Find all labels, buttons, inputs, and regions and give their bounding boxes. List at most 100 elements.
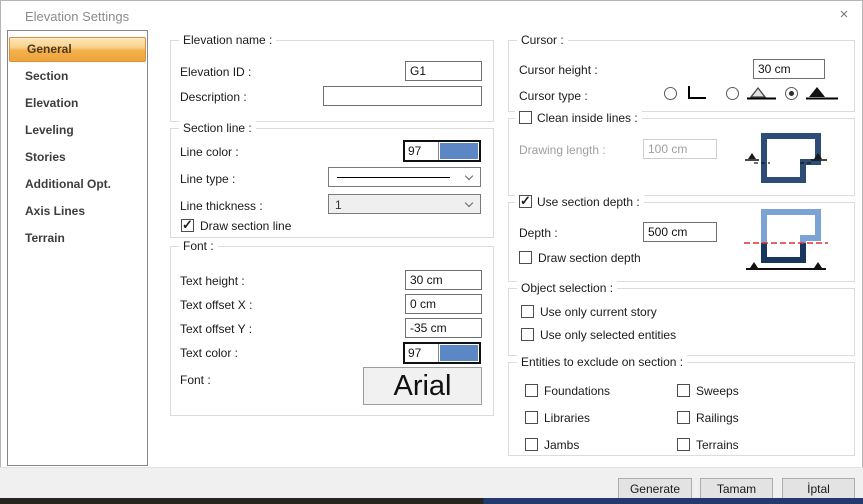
line-color-picker[interactable]: 97 (403, 140, 481, 162)
cursor-type-corner-radio[interactable] (664, 87, 677, 100)
use-section-depth-group: Use section depth : Depth : Draw section… (508, 202, 855, 282)
use-section-depth-label: Use section depth : (537, 195, 640, 209)
libraries-checkbox[interactable] (525, 411, 538, 424)
text-color-label: Text color : (180, 346, 238, 360)
use-only-current-story-checkbox[interactable] (521, 305, 534, 318)
text-color-picker[interactable]: 97 (403, 342, 481, 364)
line-thickness-label: Line thickness : (180, 199, 263, 213)
cancel-button[interactable]: İptal (782, 478, 855, 500)
exclude-entities-title: Entities to exclude on section : (517, 355, 687, 369)
elevation-name-group-title: Elevation name : (179, 33, 276, 47)
clean-inside-lines-group: Clean inside lines : Drawing length : (508, 118, 855, 196)
chevron-down-icon (465, 199, 473, 207)
text-height-label: Text height : (180, 274, 245, 288)
clean-inside-lines-title: Clean inside lines : (515, 111, 642, 125)
railings-label: Railings (696, 411, 739, 425)
cursor-height-input[interactable] (753, 59, 825, 79)
cursor-group-title: Cursor : (517, 33, 568, 47)
line-type-label: Line type : (180, 172, 235, 186)
terrains-checkbox[interactable] (677, 438, 690, 451)
elevation-id-label: Elevation ID : (180, 65, 251, 79)
line-color-label: Line color : (180, 145, 239, 159)
text-offset-x-input[interactable] (405, 294, 482, 314)
close-icon[interactable]: × (833, 4, 855, 26)
description-input[interactable] (323, 86, 482, 106)
jambs-checkbox[interactable] (525, 438, 538, 451)
clean-inside-lines-checkbox[interactable] (519, 111, 532, 124)
depth-label: Depth : (519, 226, 558, 240)
line-thickness-combobox[interactable]: 1 (328, 194, 481, 214)
terrains-label: Terrains (696, 438, 739, 452)
ok-button[interactable]: Tamam (700, 478, 773, 500)
depth-input[interactable] (643, 222, 717, 242)
dialog-footer: Generate Tamam İptal (0, 467, 863, 498)
text-offset-y-label: Text offset Y : (180, 322, 252, 336)
section-depth-diagram-icon (744, 207, 828, 278)
settings-category-list: General Section Elevation Leveling Stori… (7, 30, 148, 466)
text-height-input[interactable] (405, 270, 482, 290)
use-section-depth-checkbox[interactable] (519, 195, 532, 208)
window-title: Elevation Settings (25, 9, 129, 24)
cursor-type-triangle-outline-radio[interactable] (726, 87, 739, 100)
sidebar-item-axis-lines[interactable]: Axis Lines (8, 198, 147, 225)
line-thickness-value: 1 (335, 198, 342, 212)
font-select-button[interactable]: Arial (363, 367, 482, 405)
cursor-height-label: Cursor height : (519, 63, 598, 77)
triangle-outline-cursor-icon (746, 85, 778, 104)
text-offset-x-label: Text offset X : (180, 298, 252, 312)
cursor-group: Cursor : Cursor height : Cursor type : (508, 40, 855, 112)
plan-outline-icon (744, 129, 828, 192)
railings-checkbox[interactable] (677, 411, 690, 424)
exclude-entities-group: Entities to exclude on section : Foundat… (508, 362, 855, 456)
libraries-label: Libraries (544, 411, 590, 425)
draw-section-line-checkbox[interactable] (181, 219, 194, 232)
sidebar-item-section[interactable]: Section (8, 63, 147, 90)
solid-line-preview (337, 177, 450, 178)
line-color-swatch[interactable] (440, 143, 478, 159)
sweeps-label: Sweeps (696, 384, 739, 398)
font-group: Font : Text height : Text offset X : Tex… (170, 246, 494, 416)
sweeps-checkbox[interactable] (677, 384, 690, 397)
clean-inside-lines-label: Clean inside lines : (537, 111, 638, 125)
description-label: Description : (180, 90, 247, 104)
object-selection-title: Object selection : (517, 281, 617, 295)
use-only-selected-entities-checkbox[interactable] (521, 328, 534, 341)
text-offset-y-input[interactable] (405, 318, 482, 338)
taskbar-edge-strip (0, 498, 863, 504)
cursor-type-triangle-filled-radio[interactable] (785, 87, 798, 100)
drawing-length-input[interactable] (643, 139, 717, 159)
use-section-depth-title: Use section depth : (515, 195, 644, 209)
text-color-number: 97 (405, 344, 439, 362)
line-color-number: 97 (405, 142, 439, 160)
cursor-type-label: Cursor type : (519, 89, 588, 103)
draw-section-line-label: Draw section line (200, 219, 291, 233)
font-group-title: Font : (179, 239, 218, 253)
elevation-name-group: Elevation name : Elevation ID : Descript… (170, 40, 494, 122)
foundations-label: Foundations (544, 384, 610, 398)
chevron-down-icon (465, 172, 473, 180)
text-color-swatch[interactable] (440, 345, 478, 361)
sidebar-item-stories[interactable]: Stories (8, 144, 147, 171)
foundations-checkbox[interactable] (525, 384, 538, 397)
drawing-length-label: Drawing length : (519, 143, 606, 157)
elevation-settings-dialog: Elevation Settings × General Section Ele… (0, 0, 863, 504)
triangle-filled-cursor-icon (805, 85, 839, 104)
section-line-group-title: Section line : (179, 121, 256, 135)
elevation-id-input[interactable] (405, 61, 482, 81)
sidebar-item-terrain[interactable]: Terrain (8, 225, 147, 252)
sidebar-item-additional-opt[interactable]: Additional Opt. (8, 171, 147, 198)
sidebar-item-elevation[interactable]: Elevation (8, 90, 147, 117)
jambs-label: Jambs (544, 438, 579, 452)
sidebar-item-leveling[interactable]: Leveling (8, 117, 147, 144)
generate-button[interactable]: Generate (618, 478, 692, 500)
object-selection-group: Object selection : Use only current stor… (508, 288, 855, 356)
section-line-group: Section line : Line color : 97 Line type… (170, 128, 494, 238)
draw-section-depth-checkbox[interactable] (519, 251, 532, 264)
use-only-selected-entities-label: Use only selected entities (540, 328, 676, 342)
line-type-combobox[interactable] (328, 167, 481, 187)
use-only-current-story-label: Use only current story (540, 305, 657, 319)
corner-cursor-icon (686, 85, 708, 104)
sidebar-item-general[interactable]: General (9, 37, 146, 62)
draw-section-depth-label: Draw section depth (538, 251, 641, 265)
font-label: Font : (180, 373, 211, 387)
